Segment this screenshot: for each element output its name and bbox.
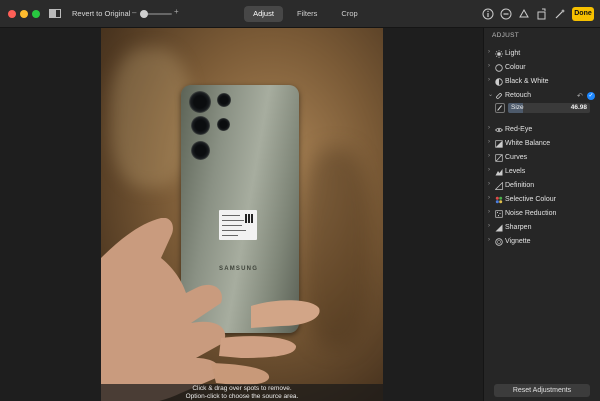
hint-line-1: Click & drag over spots to remove. [192, 385, 292, 392]
sidebar-item-label: Sharpen [505, 224, 532, 231]
retouch-size-slider[interactable]: Size 46.98 [508, 103, 590, 113]
reset-adjustments-button[interactable]: Reset Adjustments [494, 384, 590, 397]
info-icon[interactable] [482, 8, 494, 20]
hint-line-2: Option-click to choose the source area. [185, 393, 299, 400]
rotate-icon[interactable] [536, 8, 548, 20]
smart-retouch-icon[interactable] [518, 8, 530, 20]
chevron-right-icon[interactable]: › [488, 167, 490, 173]
sharpen-icon [495, 224, 503, 232]
sidebar-item-red-eye[interactable]: › Red-Eye [484, 124, 600, 136]
chevron-down-icon[interactable]: ⌄ [488, 91, 493, 98]
camera-lens [191, 141, 210, 160]
sidebar-item-label: Vignette [505, 238, 531, 245]
curves-icon [495, 154, 503, 162]
vignette-icon [495, 238, 503, 246]
chevron-right-icon[interactable]: › [488, 223, 490, 229]
tab-adjust[interactable]: Adjust [244, 6, 283, 22]
photo[interactable]: SAMSUNG [101, 28, 383, 401]
sidebar-item-label: Red-Eye [505, 126, 533, 133]
auto-enhance-icon[interactable] [554, 8, 566, 20]
chevron-right-icon[interactable]: › [488, 49, 490, 55]
eye-icon [495, 127, 503, 133]
sidebar-item-label: Retouch [505, 92, 532, 99]
sidebar-item-white-balance[interactable]: › White Balance [484, 138, 600, 150]
edit-tabs: Adjust Filters Crop [244, 6, 368, 22]
minimize-window-button[interactable] [20, 10, 28, 18]
half-circle-icon [495, 78, 503, 86]
retouch-hint: Click & drag over spots to remove. Optio… [101, 384, 383, 401]
sidebar-item-selective-colour[interactable]: › Selective Colour [484, 194, 600, 206]
retouch-brush-button[interactable] [495, 103, 505, 113]
hand-in-photo [101, 218, 320, 401]
zoom-slider-knob[interactable] [140, 10, 148, 18]
adjust-sidebar: ADJUST › Light › Colour › Black & White … [483, 28, 600, 401]
sidebar-item-noise-reduction[interactable]: › Noise Reduction [484, 208, 600, 220]
favorite-icon[interactable] [500, 8, 512, 20]
sidebar-item-label: Curves [505, 154, 528, 161]
camera-lens [189, 91, 211, 113]
size-label: Size [511, 104, 524, 111]
sun-icon [495, 50, 503, 58]
tab-filters[interactable]: Filters [287, 6, 327, 22]
sidebar-item-label: Light [505, 50, 521, 57]
close-window-button[interactable] [8, 10, 16, 18]
sidebar-item-levels[interactable]: › Levels [484, 166, 600, 178]
checkmark-icon[interactable]: ✓ [587, 92, 595, 100]
chevron-right-icon[interactable]: › [488, 209, 490, 215]
camera-lens [191, 116, 210, 135]
revert-to-original-button[interactable]: Revert to Original [72, 9, 130, 18]
zoom-in-label: + [174, 7, 179, 16]
sidebar-item-label: Colour [505, 64, 526, 71]
sidebar-item-light[interactable]: › Light [484, 48, 600, 60]
chevron-right-icon[interactable]: › [488, 125, 490, 131]
size-value: 46.98 [570, 104, 587, 111]
sidebar-title: ADJUST [492, 32, 520, 39]
sidebar-item-curves[interactable]: › Curves [484, 152, 600, 164]
sidebar-item-label: Black & White [505, 78, 549, 85]
chevron-right-icon[interactable]: › [488, 195, 490, 201]
toolbar: Revert to Original – + Adjust Filters Cr… [0, 0, 600, 28]
sidebar-item-colour[interactable]: › Colour [484, 62, 600, 74]
background-blur [111, 48, 191, 188]
chevron-right-icon[interactable]: › [488, 237, 490, 243]
tab-crop[interactable]: Crop [331, 6, 367, 22]
photo-canvas[interactable]: SAMSUNG Click & drag over spots to remov… [0, 28, 483, 401]
circle-icon [495, 64, 503, 72]
bandage-icon [496, 93, 502, 99]
split-view-icon[interactable] [49, 9, 61, 18]
camera-lens [217, 93, 231, 107]
sidebar-item-label: Definition [505, 182, 535, 189]
sidebar-item-sharpen[interactable]: › Sharpen [484, 222, 600, 234]
noise-icon [495, 210, 503, 218]
fullscreen-window-button[interactable] [32, 10, 40, 18]
white-balance-icon [495, 140, 503, 148]
camera-lens [217, 118, 230, 131]
chevron-right-icon[interactable]: › [488, 181, 490, 187]
sidebar-item-label: White Balance [505, 140, 551, 147]
chevron-right-icon[interactable]: › [488, 77, 490, 83]
sidebar-item-vignette[interactable]: › Vignette [484, 236, 600, 248]
levels-icon [495, 169, 503, 176]
sidebar-item-label: Levels [505, 168, 526, 175]
sidebar-item-label: Noise Reduction [505, 210, 557, 217]
zoom-out-label: – [132, 8, 137, 17]
sidebar-item-definition[interactable]: › Definition [484, 180, 600, 192]
definition-icon [495, 182, 503, 190]
chevron-right-icon[interactable]: › [488, 63, 490, 69]
chevron-right-icon[interactable]: › [488, 153, 490, 159]
selective-colour-icon [495, 196, 503, 204]
sidebar-item-retouch[interactable]: ⌄ Retouch ↶ ✓ [484, 90, 600, 102]
done-button[interactable]: Done [572, 7, 594, 21]
sidebar-item-label: Selective Colour [505, 196, 556, 203]
undo-icon[interactable]: ↶ [577, 92, 583, 100]
sidebar-item-black-white[interactable]: › Black & White [484, 76, 600, 88]
chevron-right-icon[interactable]: › [488, 139, 490, 145]
